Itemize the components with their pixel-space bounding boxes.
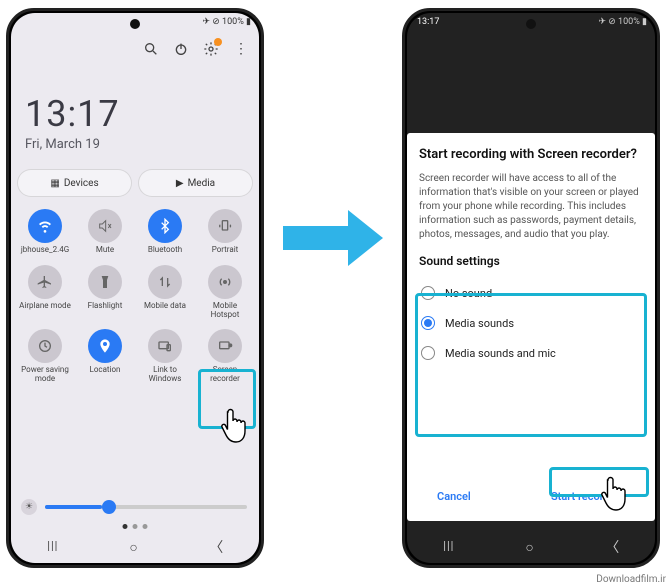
nav-recents[interactable]: III bbox=[443, 539, 454, 555]
tile-powersave[interactable]: Power saving mode bbox=[17, 329, 73, 384]
nav-recents[interactable]: III bbox=[47, 539, 58, 555]
nav-back[interactable]: 〈 bbox=[209, 537, 223, 557]
screen-left: ✈ ⊘ 100% ▮ ⋮ 13:17 Fri, March 19 ▦ Devic… bbox=[11, 13, 259, 563]
tile-label: Mobile Hotspot bbox=[198, 302, 252, 320]
arrow-icon bbox=[278, 198, 388, 278]
brightness-icon[interactable]: ☀ bbox=[21, 499, 37, 515]
tile-airplane[interactable]: Airplane mode bbox=[17, 265, 73, 320]
tile-mute[interactable]: Mute bbox=[77, 209, 133, 255]
nav-home[interactable]: ○ bbox=[129, 539, 137, 556]
media-button[interactable]: ▶ Media bbox=[138, 169, 253, 197]
highlight-screenrec bbox=[198, 369, 256, 429]
mute-icon bbox=[88, 209, 122, 243]
tile-hotspot[interactable]: Mobile Hotspot bbox=[197, 265, 253, 320]
tile-bluetooth[interactable]: Bluetooth bbox=[137, 209, 193, 255]
quick-tiles: jbhouse_2.4G Mute Bluetooth Portrait Air… bbox=[17, 209, 253, 384]
nav-home[interactable]: ○ bbox=[525, 539, 533, 556]
devices-label: Devices bbox=[64, 178, 99, 189]
screenrec-icon bbox=[208, 329, 242, 363]
tile-label: Portrait bbox=[212, 246, 239, 255]
camera-notch bbox=[526, 19, 536, 29]
tile-label: Bluetooth bbox=[148, 246, 182, 255]
media-label: Media bbox=[188, 178, 216, 189]
rotate-icon bbox=[208, 209, 242, 243]
quick-toolbar: ⋮ bbox=[143, 41, 249, 57]
airplane-icon bbox=[28, 265, 62, 299]
nav-bar: III ○ 〈 bbox=[11, 537, 259, 557]
flashlight-icon bbox=[88, 265, 122, 299]
tile-label: Mobile data bbox=[144, 302, 186, 311]
page-dots bbox=[123, 524, 148, 529]
gear-icon[interactable] bbox=[203, 41, 219, 57]
brightness-slider[interactable] bbox=[45, 505, 247, 509]
highlight-start-recording bbox=[549, 467, 649, 497]
cancel-button[interactable]: Cancel bbox=[425, 482, 483, 511]
sound-header: Sound settings bbox=[419, 254, 643, 268]
tile-wifi[interactable]: jbhouse_2.4G bbox=[17, 209, 73, 255]
sheet-body: Screen recorder will have access to all … bbox=[419, 172, 643, 242]
tile-label: Location bbox=[90, 366, 121, 375]
tile-linkwin[interactable]: Link to Windows bbox=[137, 329, 193, 384]
nav-back[interactable]: 〈 bbox=[605, 537, 619, 557]
tile-portrait[interactable]: Portrait bbox=[197, 209, 253, 255]
status-time: 13:17 bbox=[417, 17, 439, 27]
dot[interactable] bbox=[123, 524, 128, 529]
watermark: Downloadfilm.ir bbox=[596, 574, 666, 585]
powersave-icon bbox=[28, 329, 62, 363]
highlight-sound-settings bbox=[415, 293, 647, 437]
tile-flashlight[interactable]: Flashlight bbox=[77, 265, 133, 320]
screen-right: 13:17 ✈ ⊘ 100% ▮ Start recording with Sc… bbox=[407, 13, 655, 563]
notification-badge bbox=[214, 38, 222, 46]
clock-date: Fri, March 19 bbox=[25, 137, 120, 152]
slider-thumb[interactable] bbox=[102, 500, 116, 514]
devices-button[interactable]: ▦ Devices bbox=[17, 169, 132, 197]
devices-media-row: ▦ Devices ▶ Media bbox=[17, 169, 253, 197]
tile-label: Flashlight bbox=[88, 302, 123, 311]
link-icon bbox=[148, 329, 182, 363]
slider-fill bbox=[45, 505, 102, 509]
data-icon bbox=[148, 265, 182, 299]
tile-label: Link to Windows bbox=[138, 366, 192, 384]
tile-label: jbhouse_2.4G bbox=[21, 246, 69, 255]
clock-block: 13:17 Fri, March 19 bbox=[25, 93, 120, 152]
grid-icon: ▦ bbox=[50, 178, 59, 189]
play-icon: ▶ bbox=[176, 178, 184, 189]
location-icon bbox=[88, 329, 122, 363]
hotspot-icon bbox=[208, 265, 242, 299]
nav-bar: III ○ 〈 bbox=[407, 537, 655, 557]
search-icon[interactable] bbox=[143, 41, 159, 57]
power-icon[interactable] bbox=[173, 41, 189, 57]
sheet-title: Start recording with Screen recorder? bbox=[419, 147, 643, 162]
phone-right: 13:17 ✈ ⊘ 100% ▮ Start recording with Sc… bbox=[402, 8, 660, 568]
dot[interactable] bbox=[133, 524, 138, 529]
menu-icon[interactable]: ⋮ bbox=[233, 41, 249, 57]
phone-left: ✈ ⊘ 100% ▮ ⋮ 13:17 Fri, March 19 ▦ Devic… bbox=[6, 8, 264, 568]
status-bar-right: ✈ ⊘ 100% ▮ bbox=[203, 17, 252, 27]
bluetooth-icon bbox=[148, 209, 182, 243]
tile-label: Airplane mode bbox=[19, 302, 71, 311]
wifi-icon bbox=[28, 209, 62, 243]
tile-label: Power saving mode bbox=[18, 366, 72, 384]
dot[interactable] bbox=[143, 524, 148, 529]
clock-time: 13:17 bbox=[25, 93, 120, 135]
status-bar-right: ✈ ⊘ 100% ▮ bbox=[599, 17, 648, 27]
tile-label: Mute bbox=[96, 246, 114, 255]
camera-notch bbox=[130, 19, 140, 29]
tile-location[interactable]: Location bbox=[77, 329, 133, 384]
tile-mobiledata[interactable]: Mobile data bbox=[137, 265, 193, 320]
